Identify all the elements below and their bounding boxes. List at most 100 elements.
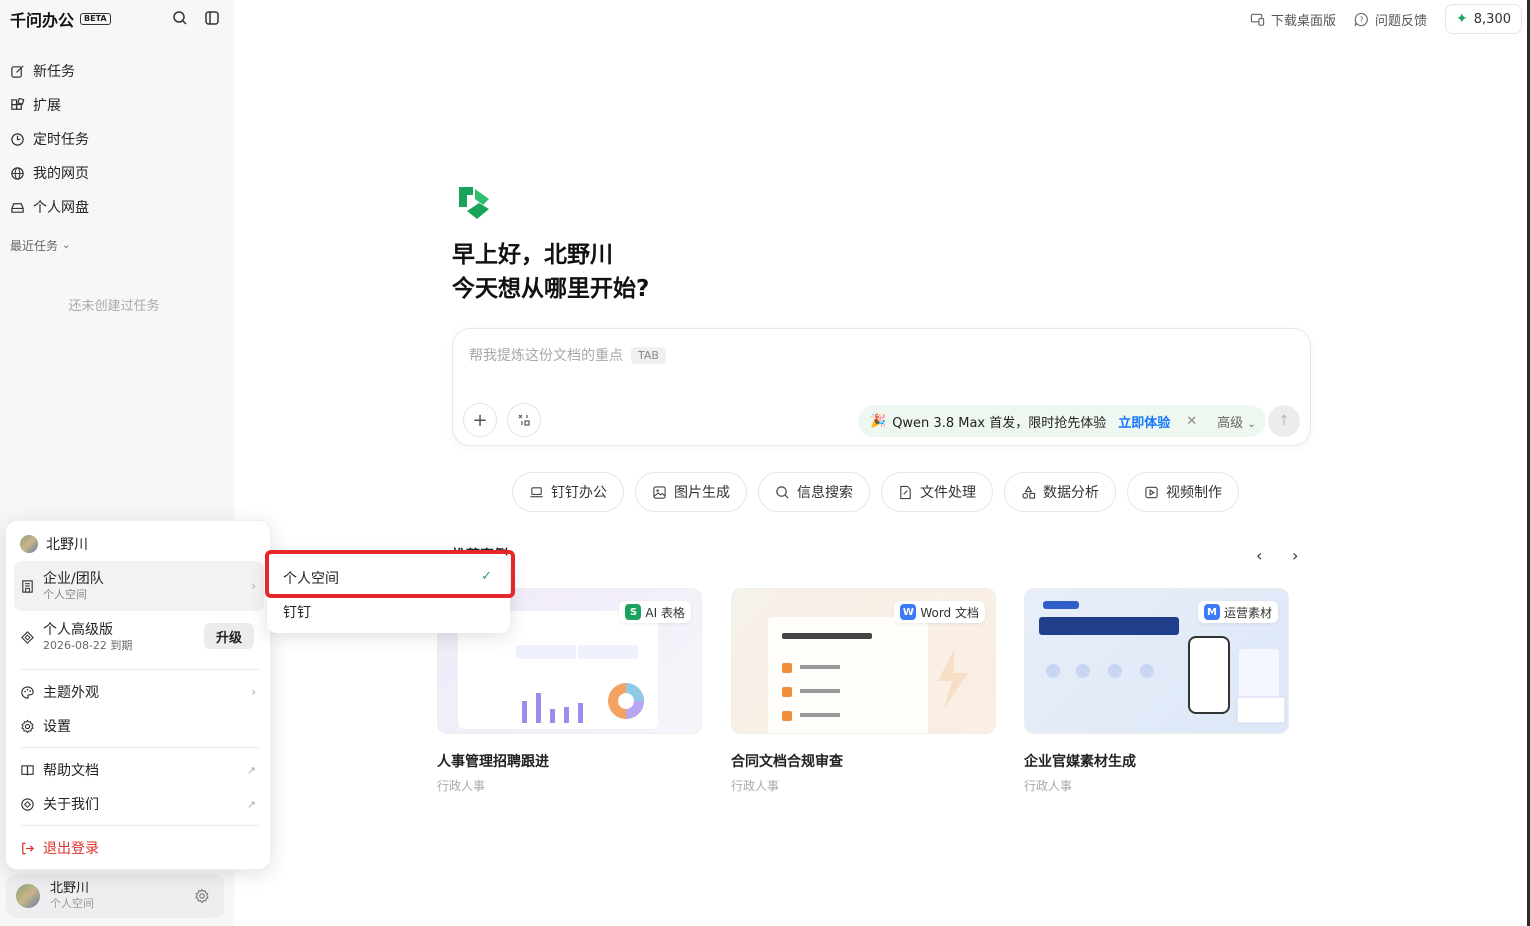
- recent-tasks-label: 最近任务: [10, 239, 59, 253]
- chip-image-gen[interactable]: 图片生成: [635, 472, 747, 512]
- sidebar-item-label: 定时任务: [33, 132, 89, 148]
- svg-text:?: ?: [1360, 15, 1364, 24]
- chip-data-analysis[interactable]: 数据分析: [1004, 472, 1116, 512]
- recommend-card[interactable]: M 运营素材 企业官媒素材生成 行政人事: [1024, 588, 1289, 794]
- card-title: 合同文档合规审查: [731, 754, 843, 770]
- drive-icon: [11, 202, 24, 213]
- chip-dingtalk[interactable]: 钉钉办公: [512, 472, 624, 512]
- close-icon[interactable]: ✕: [1186, 414, 1197, 429]
- sidebar-toggle-icon[interactable]: [204, 10, 220, 26]
- model-level-select[interactable]: 高级 ⌄: [1217, 412, 1256, 431]
- sidebar-item-new-task[interactable]: 新任务: [10, 54, 224, 88]
- feedback-label: 问题反馈: [1375, 13, 1428, 29]
- prev-page-button[interactable]: ‹: [1256, 546, 1262, 565]
- next-page-button[interactable]: ›: [1292, 546, 1298, 565]
- submenu-item-dingtalk[interactable]: 钉钉: [283, 602, 311, 622]
- avatar: [16, 884, 40, 908]
- download-label: 下载桌面版: [1271, 13, 1337, 29]
- gear-icon[interactable]: [194, 888, 210, 904]
- menu-help-item[interactable]: 帮助文档 ↗: [14, 757, 264, 783]
- send-button[interactable]: ↑: [1268, 405, 1300, 437]
- qianwen-logo-icon: [459, 187, 489, 219]
- chip-video[interactable]: 视频制作: [1127, 472, 1239, 512]
- globe-icon: [11, 166, 24, 180]
- user-profile-bar[interactable]: 北野川 个人空间: [6, 874, 224, 918]
- beta-badge: BETA: [80, 13, 111, 25]
- menu-settings-item[interactable]: 设置: [14, 713, 264, 739]
- recommend-card[interactable]: W Word 文档 合同文档合规审查 行政人事: [731, 588, 996, 794]
- upgrade-button[interactable]: 升级: [204, 623, 254, 649]
- promo-banner: 🎉 Qwen 3.8 Max 首发，限时抢先体验 立即体验 ✕ 高级 ⌄: [858, 405, 1266, 437]
- user-name: 北野川: [50, 881, 90, 896]
- sparkle-icon: ✦: [1456, 11, 1468, 27]
- menu-theme-item[interactable]: 主题外观 ›: [14, 679, 264, 705]
- download-desktop-link[interactable]: 下载桌面版: [1250, 10, 1336, 29]
- credits-button[interactable]: ✦ 8,300: [1445, 4, 1522, 34]
- menu-about-item[interactable]: 关于我们 ↗: [14, 791, 264, 817]
- chevron-right-icon: ›: [1292, 546, 1299, 565]
- avatar: [20, 535, 38, 553]
- laptop-icon: [530, 486, 543, 497]
- chip-label: 数据分析: [1043, 485, 1099, 501]
- external-link-icon: ↗: [246, 763, 256, 777]
- about-icon: [21, 797, 34, 811]
- menu-divider: [20, 825, 260, 826]
- menu-divider: [20, 669, 260, 670]
- card-badge-label: 运营素材: [1223, 605, 1272, 620]
- card-badge: M 运营素材: [1197, 601, 1278, 623]
- diamond-icon: [21, 630, 34, 644]
- chip-file-process[interactable]: 文件处理: [881, 472, 993, 512]
- table-app-icon: S: [625, 604, 642, 620]
- sidebar-item-extensions[interactable]: 扩展: [10, 88, 224, 122]
- chip-label: 图片生成: [674, 485, 730, 501]
- card-title: 企业官媒素材生成: [1024, 754, 1136, 770]
- chip-label: 文件处理: [920, 485, 976, 501]
- promo-try-link[interactable]: 立即体验: [1118, 412, 1170, 431]
- menu-logout-item[interactable]: 退出登录: [14, 835, 264, 861]
- book-icon: [21, 764, 34, 775]
- prompt-input-box[interactable]: 帮我提炼这份文档的重点 TAB + 🎉 Qwen 3.8 Max 首发，限时抢先…: [452, 328, 1311, 446]
- submenu-item-label: 钉钉: [283, 605, 311, 621]
- menu-plan-expiry: 2026-08-22 到期: [43, 639, 133, 652]
- menu-settings-label: 设置: [43, 719, 71, 735]
- edit-icon: [11, 64, 24, 78]
- top-toolbar: 下载桌面版 ? 问题反馈 ✦ 8,300: [1250, 4, 1522, 34]
- menu-divider: [20, 747, 260, 748]
- menu-theme-label: 主题外观: [43, 685, 99, 701]
- sidebar-item-drive[interactable]: 个人网盘: [10, 190, 224, 224]
- greeting: 早上好，北野川 今天想从哪里开始?: [452, 238, 649, 306]
- card-tag: 行政人事: [437, 779, 486, 793]
- sidebar-item-label: 新任务: [33, 64, 75, 80]
- chip-label: 钉钉办公: [551, 485, 607, 501]
- recent-tasks-toggle[interactable]: 最近任务 ⌄: [10, 237, 70, 254]
- card-title: 人事管理招聘跟进: [437, 754, 549, 770]
- brand[interactable]: 千问办公 BETA: [10, 8, 111, 30]
- desktop-icon: [1250, 13, 1265, 26]
- quick-actions: 钉钉办公 图片生成 信息搜索 文件处理 数据分析 视频制作: [512, 472, 1239, 512]
- external-link-icon: ↗: [246, 797, 256, 811]
- menu-user-name: 北野川: [46, 537, 88, 553]
- menu-about-label: 关于我们: [43, 797, 99, 813]
- gear-icon: [21, 718, 34, 733]
- file-icon: [900, 485, 911, 499]
- tools-button[interactable]: [507, 403, 541, 437]
- greeting-line-2: 今天想从哪里开始?: [452, 276, 650, 302]
- promo-text: Qwen 3.8 Max 首发，限时抢先体验: [892, 415, 1107, 431]
- annotation-highlight: [265, 550, 515, 598]
- prompt-input[interactable]: 帮我提炼这份文档的重点 TAB: [469, 345, 666, 365]
- add-attachment-button[interactable]: +: [463, 403, 497, 437]
- feedback-icon: ?: [1354, 12, 1368, 27]
- account-menu: 北野川 企业/团队 个人空间 › 个人高级版 2026-08-22 到期 升级 …: [5, 520, 271, 870]
- video-icon: [1145, 486, 1158, 498]
- sidebar-item-scheduled[interactable]: 定时任务: [10, 122, 224, 156]
- word-app-icon: W: [900, 604, 917, 620]
- sidebar-item-webpages[interactable]: 我的网页: [10, 156, 224, 190]
- menu-help-label: 帮助文档: [43, 763, 99, 779]
- feedback-link[interactable]: ? 问题反馈: [1354, 10, 1427, 29]
- menu-team-item[interactable]: 企业/团队 个人空间 ›: [14, 561, 264, 611]
- chip-info-search[interactable]: 信息搜索: [758, 472, 870, 512]
- menu-logout-label: 退出登录: [43, 841, 99, 857]
- search-icon[interactable]: [172, 10, 188, 26]
- sidebar-item-label: 个人网盘: [33, 200, 89, 216]
- card-badge-label: Word 文档: [920, 605, 979, 620]
